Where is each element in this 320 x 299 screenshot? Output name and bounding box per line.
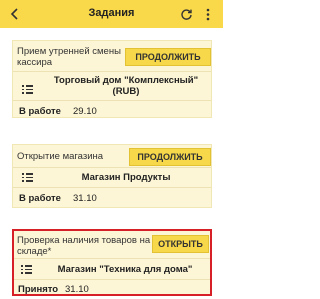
task-card[interactable]: Прием утренней смены кассира ПРОДОЛЖИТЬ …: [12, 40, 212, 118]
status-label: В работе: [19, 193, 61, 204]
continue-button[interactable]: ПРОДОЛЖИТЬ: [129, 148, 211, 166]
status-label: В работе: [19, 106, 61, 117]
back-button[interactable]: [6, 5, 24, 23]
task-title: Проверка наличия товаров на складе*: [17, 235, 151, 257]
chevron-left-icon: [10, 8, 18, 20]
store-name: Магазин "Техника для дома": [57, 264, 193, 275]
refresh-button[interactable]: [178, 6, 194, 22]
divider: [14, 279, 210, 280]
list-icon: [22, 173, 33, 182]
task-title: Прием утренней смены кассира: [17, 46, 121, 68]
task-date: 31.10: [65, 284, 89, 295]
status-label: Принято: [18, 284, 59, 295]
continue-button[interactable]: ПРОДОЛЖИТЬ: [125, 48, 211, 66]
app-header: Задания: [0, 0, 223, 28]
divider: [13, 167, 211, 168]
refresh-icon: [180, 8, 192, 20]
task-date: 29.10: [73, 106, 97, 117]
divider: [13, 71, 211, 72]
list-icon: [21, 265, 32, 274]
task-title: Открытие магазина: [17, 151, 104, 162]
more-button[interactable]: [200, 6, 216, 22]
task-card-highlighted[interactable]: Проверка наличия товаров на складе* ОТКР…: [12, 229, 212, 296]
divider: [13, 187, 211, 188]
divider: [14, 258, 210, 259]
more-vertical-icon: [206, 8, 210, 20]
list-icon: [22, 85, 33, 94]
store-name: Магазин Продукты: [81, 172, 171, 183]
divider: [13, 100, 211, 101]
open-button[interactable]: ОТКРЫТЬ: [152, 235, 209, 253]
store-name: Торговый дом "Комплексный" (RUB): [53, 75, 199, 97]
task-card[interactable]: Открытие магазина ПРОДОЛЖИТЬ Магазин Про…: [12, 144, 212, 208]
task-date: 31.10: [73, 193, 97, 204]
